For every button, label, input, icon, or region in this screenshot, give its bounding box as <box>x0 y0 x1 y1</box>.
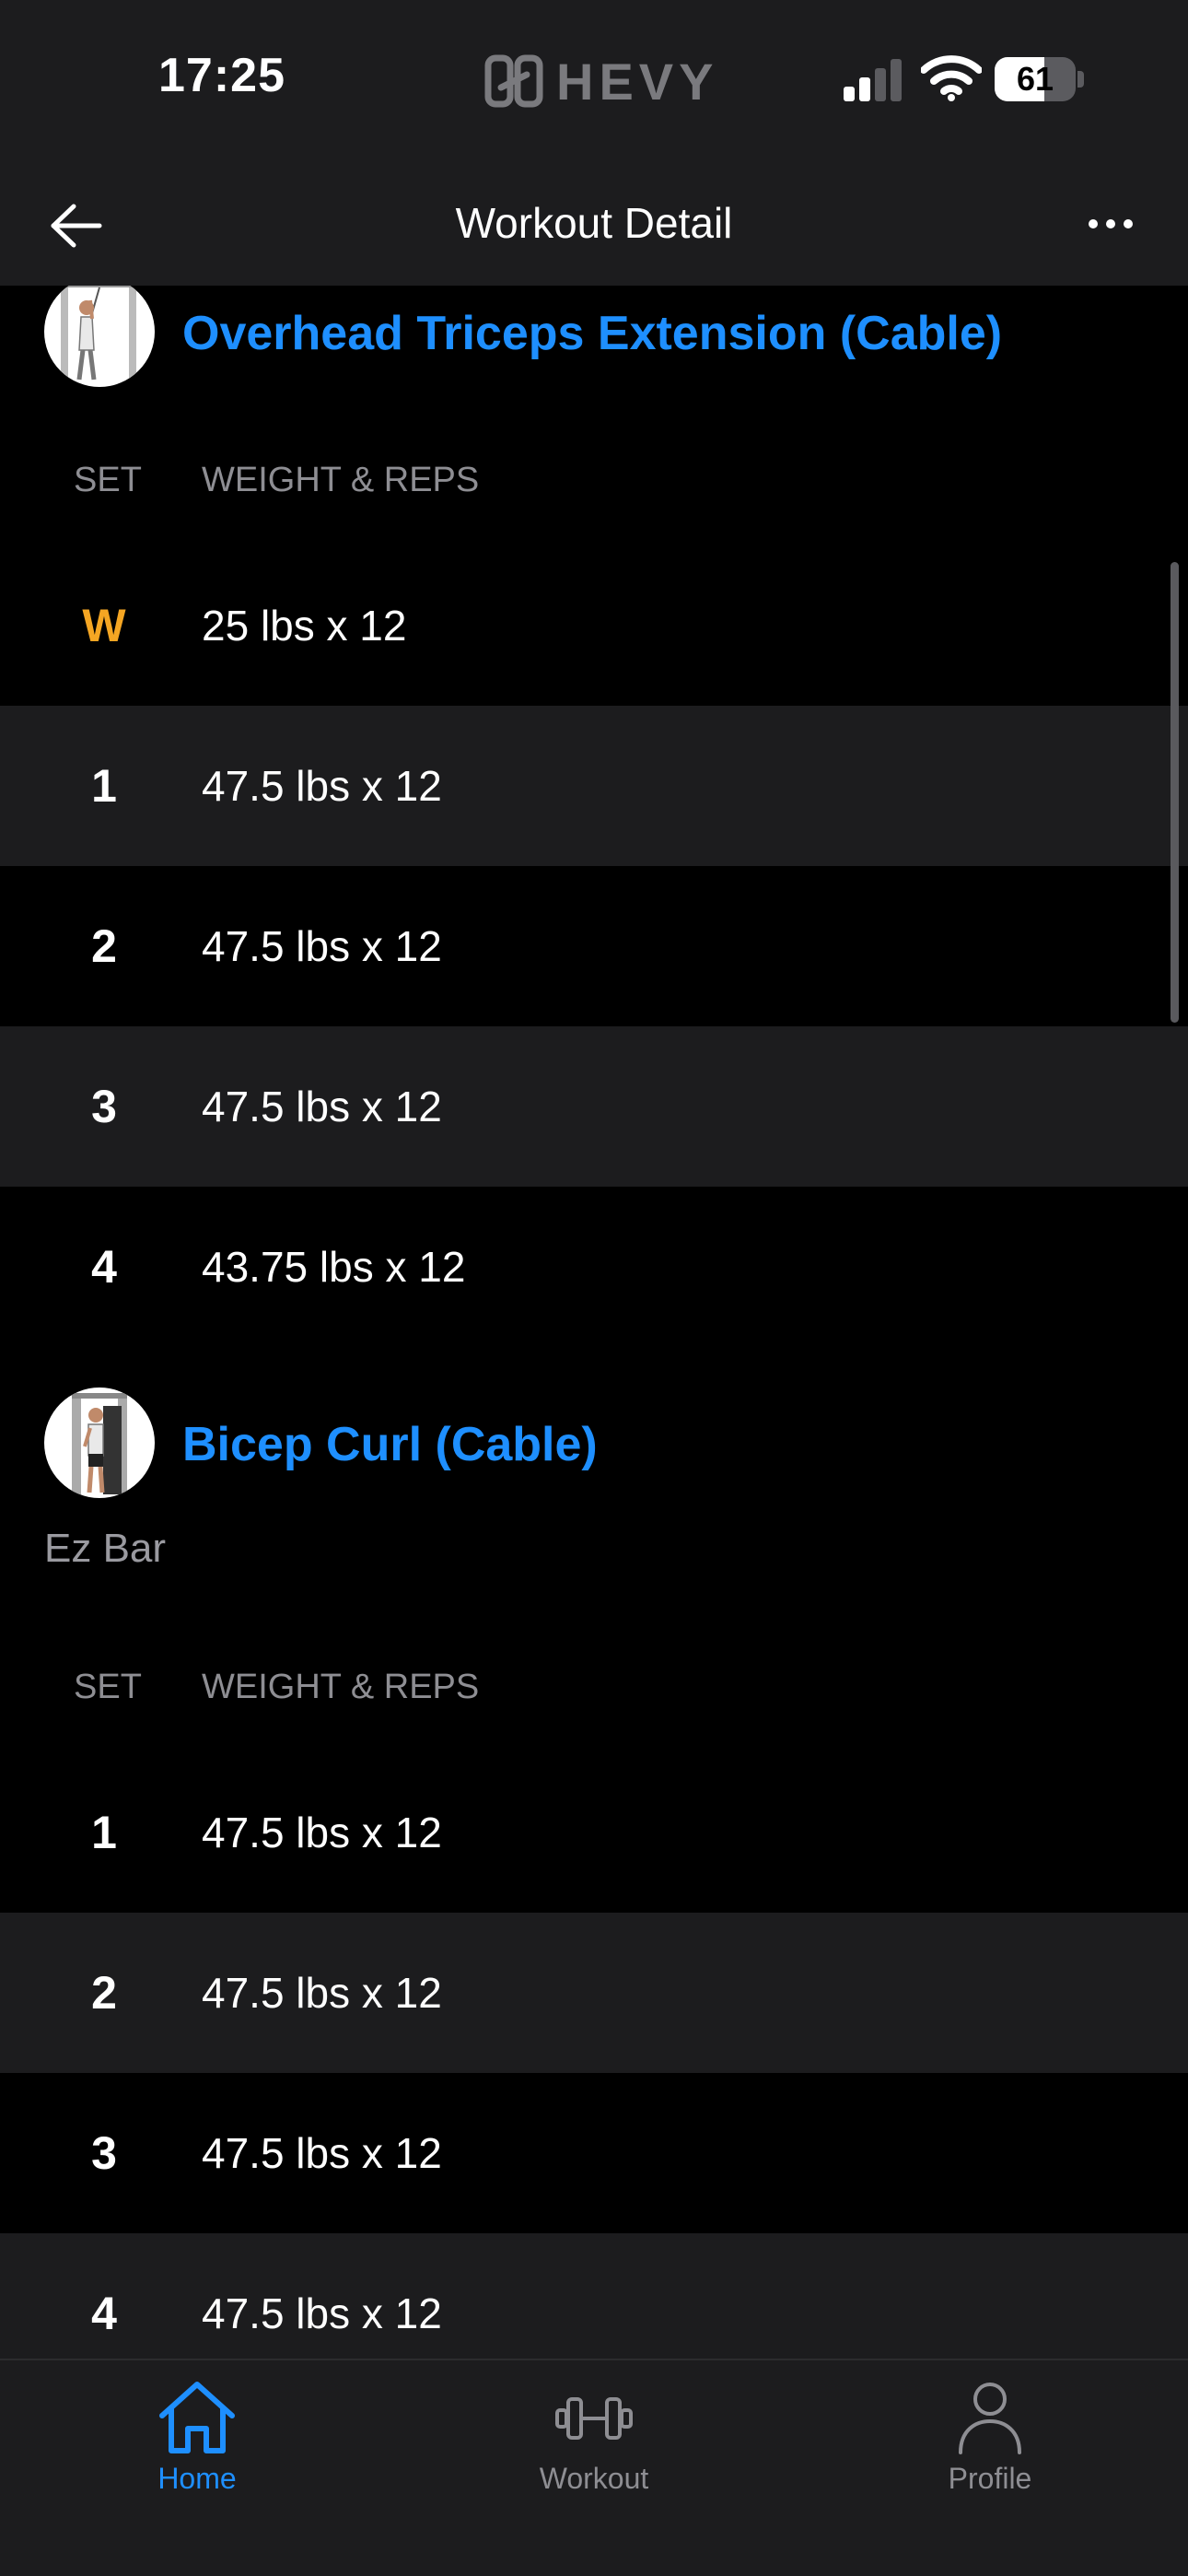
set-weight-reps: 47.5 lbs x 12 <box>202 2129 442 2177</box>
scrollbar[interactable] <box>1171 562 1179 1023</box>
exercise-title[interactable]: Overhead Triceps Extension (Cable) <box>182 306 1002 361</box>
triceps-extension-figure-icon <box>61 286 136 383</box>
exercise-title[interactable]: Bicep Curl (Cable) <box>182 1417 598 1472</box>
set-number: 4 <box>91 2288 117 2339</box>
set-row: 2 47.5 lbs x 12 <box>0 1913 1188 2073</box>
ellipsis-icon <box>1089 219 1098 228</box>
tab-label: Workout <box>539 2462 649 2495</box>
battery-percent: 61 <box>1016 60 1054 98</box>
set-number: 3 <box>91 1081 117 1132</box>
exercise-header[interactable]: Bicep Curl (Cable) <box>0 1388 1188 1502</box>
set-row: 4 47.5 lbs x 12 <box>0 2233 1188 2359</box>
exercise-header[interactable]: Overhead Triceps Extension (Cable) <box>0 286 1188 391</box>
set-weight-reps: 47.5 lbs x 12 <box>202 2289 442 2337</box>
set-number: 1 <box>91 1807 117 1858</box>
weight-reps-column-header: WEIGHT & REPS <box>202 1668 480 1706</box>
hevy-logo-text: HEVY <box>556 52 719 111</box>
status-time: 17:25 <box>158 49 285 102</box>
tab-label: Home <box>157 2462 237 2495</box>
set-column-header: SET <box>74 461 142 499</box>
exercise-note: Ez Bar <box>44 1526 167 1571</box>
set-row: W 25 lbs x 12 <box>0 545 1188 706</box>
battery-icon: 61 <box>995 57 1076 101</box>
set-number: 2 <box>91 1967 117 2019</box>
exercise-thumbnail[interactable] <box>44 1388 155 1498</box>
set-weight-reps: 47.5 lbs x 12 <box>202 922 442 970</box>
set-weight-reps: 25 lbs x 12 <box>202 602 407 650</box>
set-weight-reps: 47.5 lbs x 12 <box>202 1083 442 1130</box>
battery-indicator: 61 <box>995 57 1085 101</box>
battery-tip <box>1077 71 1084 88</box>
set-number: 3 <box>91 2127 117 2179</box>
set-row: 3 47.5 lbs x 12 <box>0 1026 1188 1187</box>
hevy-logo-icon <box>484 54 543 108</box>
set-column-header: SET <box>74 1668 142 1706</box>
set-row: 1 47.5 lbs x 12 <box>0 1752 1188 1913</box>
tab-workout[interactable]: Workout <box>456 2360 732 2499</box>
set-row: 3 47.5 lbs x 12 <box>0 2073 1188 2233</box>
workout-detail-list[interactable]: Overhead Triceps Extension (Cable) SET W… <box>0 286 1188 2359</box>
tab-label: Profile <box>948 2462 1032 2495</box>
page-title: Workout Detail <box>455 199 733 247</box>
wifi-icon <box>921 55 982 101</box>
weight-reps-column-header: WEIGHT & REPS <box>202 461 480 499</box>
nav-bar: Workout Detail <box>0 161 1188 286</box>
set-weight-reps: 47.5 lbs x 12 <box>202 1969 442 2017</box>
tab-home[interactable]: Home <box>59 2360 335 2499</box>
set-number: W <box>82 600 126 651</box>
set-number: 2 <box>91 920 117 972</box>
set-row: 1 47.5 lbs x 12 <box>0 706 1188 866</box>
bicep-curl-figure-icon <box>72 1393 127 1494</box>
more-options-button[interactable] <box>1076 196 1146 252</box>
arrow-left-icon <box>51 204 102 248</box>
set-weight-reps: 47.5 lbs x 12 <box>202 762 442 810</box>
home-icon <box>159 2382 235 2453</box>
set-weight-reps: 43.75 lbs x 12 <box>202 1243 466 1291</box>
status-bar: 17:25 HEVY 61 <box>0 0 1188 161</box>
tab-profile[interactable]: Profile <box>852 2360 1128 2499</box>
hevy-logo: HEVY <box>484 52 719 111</box>
tab-bar: Home Workout Profile <box>0 2359 1188 2576</box>
set-number: 4 <box>91 1241 117 1293</box>
set-row: 4 43.75 lbs x 12 <box>0 1187 1188 1347</box>
exercise-thumbnail[interactable] <box>44 286 155 387</box>
set-number: 1 <box>91 760 117 812</box>
cellular-signal-icon <box>844 59 902 101</box>
back-button[interactable] <box>37 187 114 264</box>
set-row: 2 47.5 lbs x 12 <box>0 866 1188 1026</box>
set-weight-reps: 47.5 lbs x 12 <box>202 1809 442 1856</box>
person-icon <box>959 2383 1021 2454</box>
dumbbell-icon <box>555 2397 633 2440</box>
set-table-header: SET WEIGHT & REPS <box>0 453 1188 509</box>
set-table-header: SET WEIGHT & REPS <box>0 1660 1188 1715</box>
